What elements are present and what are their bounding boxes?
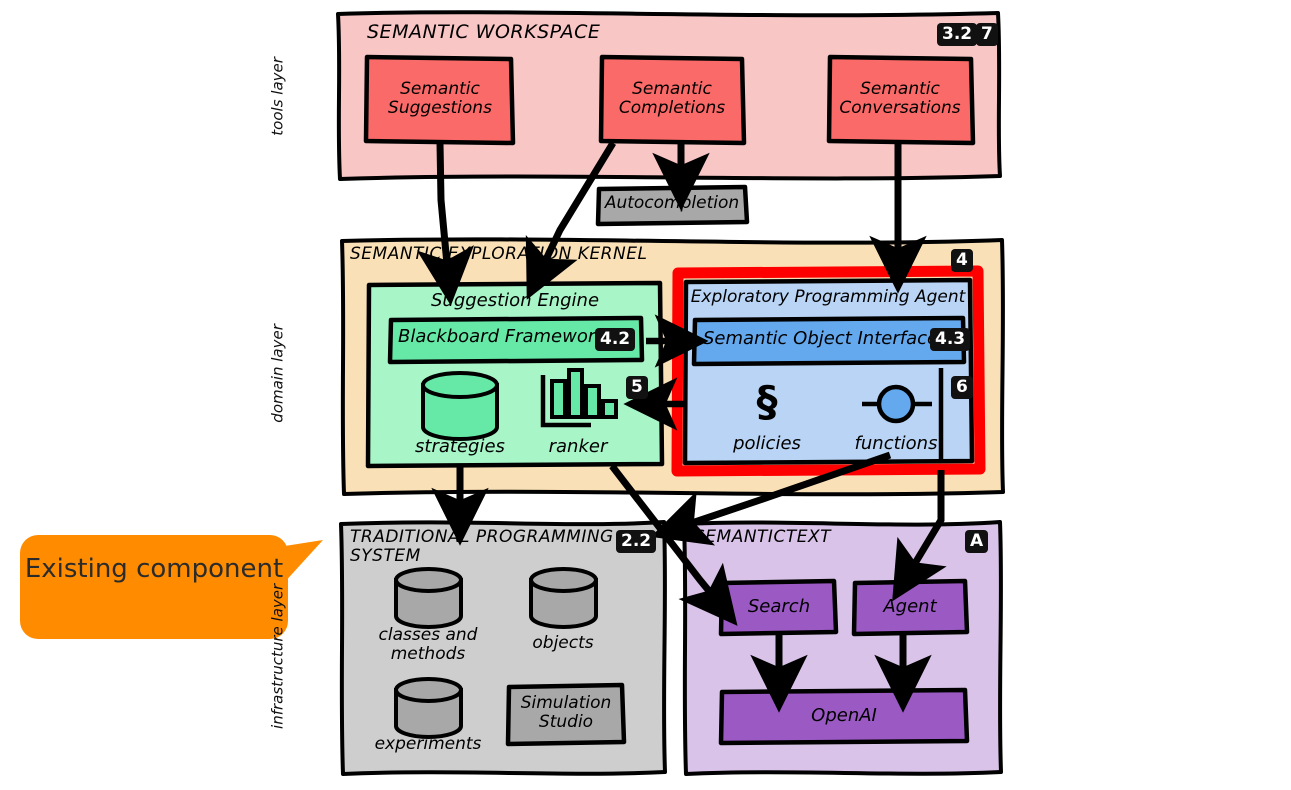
box-label-semantic-conversations: Semantic Conversations	[839, 79, 961, 119]
box-label-blackboard-framework: Blackboard Framework	[398, 326, 606, 347]
layer-label-domain: domain layer	[268, 324, 287, 423]
box-label-autocompletion: Autocompletion	[604, 193, 740, 213]
item-label-experiments: experiments	[374, 734, 482, 754]
layer-label-infrastructure: infrastructure layer	[268, 583, 287, 729]
database-icon-classes-and-methods	[394, 567, 463, 629]
box-label-agent: Agent	[883, 596, 937, 617]
badge-workspace-7: 7	[976, 23, 998, 46]
item-label-strategies: strategies	[415, 436, 505, 457]
badge-kernel-4: 4	[951, 249, 973, 272]
item-label-objects: objects	[532, 633, 594, 653]
database-icon-experiments	[394, 677, 463, 739]
box-label-simulation-studio: Simulation Studio	[520, 693, 612, 733]
panel-title-semantictext: SEMANTICTEXT	[694, 527, 831, 547]
box-label-openai: OpenAI	[811, 705, 877, 726]
badge-semantic-object-interfaces-4-3: 4.3	[930, 328, 971, 351]
badge-blackboard-4-2: 4.2	[595, 328, 636, 351]
badge-semantictext-a: A	[965, 530, 989, 553]
layer-label-tools: tools layer	[268, 57, 287, 136]
badge-traditional-2-2: 2.2	[616, 530, 657, 553]
item-label-classes-and-methods: classes and methods	[378, 625, 478, 665]
box-title-exploratory-programming-agent: Exploratory Programming Agent	[690, 287, 966, 307]
item-label-functions: functions	[854, 433, 938, 454]
badge-agent-6: 6	[951, 376, 973, 399]
callout-label: Existing component	[24, 554, 284, 584]
box-label-semantic-object-interfaces: Semantic Object Interfaces	[703, 328, 948, 349]
panel-title-traditional-programming-system: TRADITIONAL PROGRAMMING SYSTEM	[350, 527, 614, 567]
item-label-ranker: ranker	[548, 436, 608, 457]
item-label-policies: policies	[733, 433, 801, 454]
database-icon-objects	[529, 567, 598, 629]
box-label-semantic-suggestions: Semantic Suggestions	[388, 79, 492, 119]
badge-workspace-3-2: 3.2	[937, 23, 978, 46]
box-label-search: Search	[747, 596, 811, 617]
badge-suggestion-engine-5: 5	[626, 376, 648, 399]
database-icon-strategies	[421, 371, 499, 441]
panel-title-semantic-exploration-kernel: SEMANTIC EXPLORATION KERNEL	[350, 244, 648, 264]
section-sign-icon-policies: §	[756, 377, 778, 426]
box-label-semantic-completions: Semantic Completions	[618, 79, 726, 119]
diagram-canvas: tools layer domain layer infrastructure …	[0, 0, 1291, 790]
box-title-suggestion-engine: Suggestion Engine	[430, 290, 600, 311]
panel-title-semantic-workspace: SEMANTIC WORKSPACE	[367, 21, 601, 43]
